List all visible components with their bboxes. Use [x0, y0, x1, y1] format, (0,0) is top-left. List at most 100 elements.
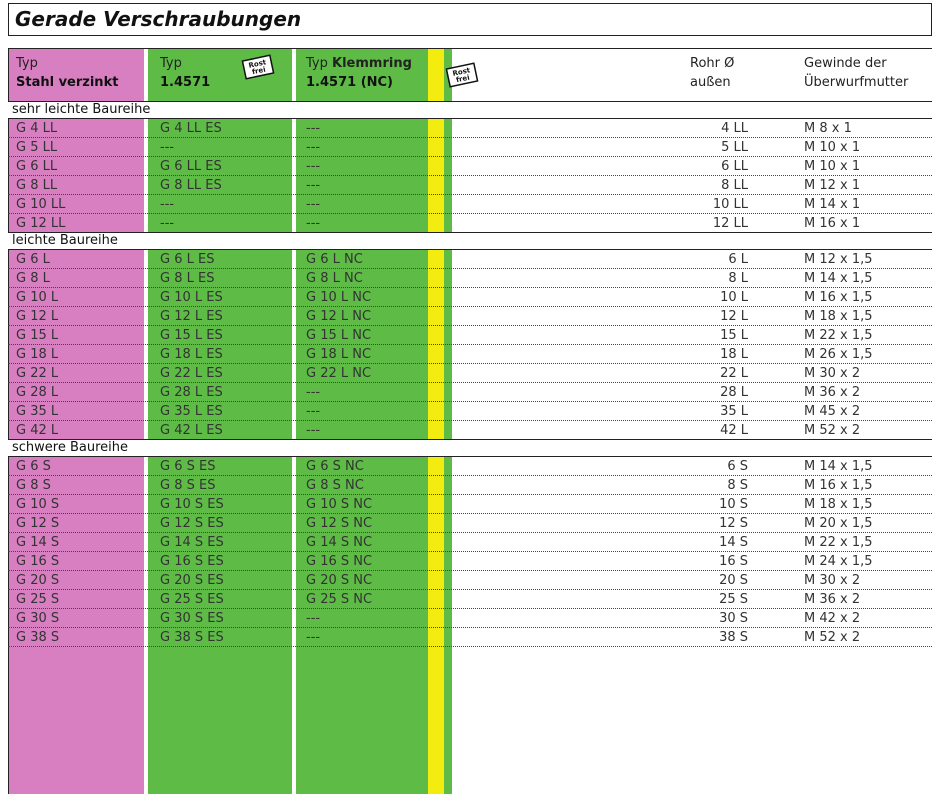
cell-nc: G 15 L NC — [306, 328, 372, 343]
cell-rohr: 12 L — [720, 309, 748, 324]
cell-es: G 6 L ES — [160, 252, 215, 267]
cell-nc: --- — [306, 159, 321, 174]
cell-gewinde: M 10 x 1 — [804, 159, 861, 174]
cell-rohr: 8 S — [727, 478, 748, 493]
cell-typ: G 42 L — [16, 423, 59, 438]
table-row: G 14 S G 14 S ES G 14 S NC 14 S M 22 x 1,5 — [8, 533, 932, 552]
header-klemmring: Typ Klemmring 1.4571 (NC) — [306, 54, 412, 92]
cell-es: G 38 S ES — [160, 630, 224, 645]
cell-nc: G 6 S NC — [306, 459, 364, 474]
cell-rohr: 30 S — [719, 611, 748, 626]
cell-typ: G 8 L — [16, 271, 50, 286]
cell-rohr: 4 LL — [721, 121, 748, 136]
cell-typ: G 6 S — [16, 459, 51, 474]
header-rohr-line1: Rohr Ø — [690, 56, 735, 71]
header-stahl-line1: Typ — [16, 56, 38, 71]
cell-nc: G 12 S NC — [306, 516, 373, 531]
cell-rohr: 42 L — [720, 423, 748, 438]
table-row: G 16 S G 16 S ES G 16 S NC 16 S M 24 x 1,5 — [8, 552, 932, 571]
cell-rohr: 25 S — [719, 592, 748, 607]
cell-es: G 6 S ES — [160, 459, 216, 474]
cell-gewinde: M 18 x 1,5 — [804, 309, 873, 324]
cell-es: G 15 L ES — [160, 328, 223, 343]
cell-nc: --- — [306, 611, 321, 626]
table-row: G 12 S G 12 S ES G 12 S NC 12 S M 20 x 1,5 — [8, 514, 932, 533]
table-header: Typ Stahl verzinkt Typ 1.4571 Rost frei … — [8, 48, 932, 102]
cell-gewinde: M 24 x 1,5 — [804, 554, 873, 569]
cell-typ: G 10 LL — [16, 197, 66, 212]
table-row: G 10 L G 10 L ES G 10 L NC 10 L M 16 x 1,5 — [8, 288, 932, 307]
table-row: G 25 S G 25 S ES G 25 S NC 25 S M 36 x 2 — [8, 590, 932, 609]
cell-nc: G 12 L NC — [306, 309, 372, 324]
cell-typ: G 14 S — [16, 535, 60, 550]
cell-nc: G 10 L NC — [306, 290, 372, 305]
table-row: G 12 LL --- --- 12 LL M 16 x 1 — [8, 214, 932, 233]
cell-rohr: 6 L — [728, 252, 748, 267]
cell-nc: --- — [306, 385, 321, 400]
header-14571: Typ 1.4571 — [160, 54, 210, 92]
cell-es: G 16 S ES — [160, 554, 224, 569]
table-row: G 28 L G 28 L ES --- 28 L M 36 x 2 — [8, 383, 932, 402]
cell-nc: G 16 S NC — [306, 554, 373, 569]
cell-typ: G 18 L — [16, 347, 59, 362]
cell-nc: --- — [306, 121, 321, 136]
cell-typ: G 12 LL — [16, 216, 66, 231]
cell-es: --- — [160, 197, 175, 212]
cell-typ: G 6 LL — [16, 159, 58, 174]
cell-gewinde: M 30 x 2 — [804, 573, 861, 588]
cell-nc: G 22 L NC — [306, 366, 372, 381]
section-header: leichte Baureihe — [8, 233, 932, 250]
table-row: G 22 L G 22 L ES G 22 L NC 22 L M 30 x 2 — [8, 364, 932, 383]
cell-typ: G 10 L — [16, 290, 59, 305]
table-row: G 8 S G 8 S ES G 8 S NC 8 S M 16 x 1,5 — [8, 476, 932, 495]
cell-nc: G 6 L NC — [306, 252, 363, 267]
cell-typ: G 12 L — [16, 309, 59, 324]
table-row: G 6 S G 6 S ES G 6 S NC 6 S M 14 x 1,5 — [8, 457, 932, 476]
cell-typ: G 38 S — [16, 630, 60, 645]
cell-rohr: 22 L — [720, 366, 748, 381]
cell-gewinde: M 52 x 2 — [804, 630, 861, 645]
cell-typ: G 10 S — [16, 497, 60, 512]
cell-rohr: 12 LL — [712, 216, 748, 231]
cell-rohr: 8 L — [728, 271, 748, 286]
table-row: G 10 LL --- --- 10 LL M 14 x 1 — [8, 195, 932, 214]
cell-rohr: 5 LL — [721, 140, 748, 155]
header-14571-line1: Typ — [160, 56, 182, 71]
cell-typ: G 8 LL — [16, 178, 58, 193]
cell-rohr: 35 L — [720, 404, 748, 419]
table-row: G 18 L G 18 L ES G 18 L NC 18 L M 26 x 1,5 — [8, 345, 932, 364]
row-divider — [8, 646, 932, 647]
cell-es: G 25 S ES — [160, 592, 224, 607]
cell-rohr: 6 LL — [721, 159, 748, 174]
table-row: G 8 LL G 8 LL ES --- 8 LL M 12 x 1 — [8, 176, 932, 195]
table-row: G 6 LL G 6 LL ES --- 6 LL M 10 x 1 — [8, 157, 932, 176]
table-row: G 15 L G 15 L ES G 15 L NC 15 L M 22 x 1,5 — [8, 326, 932, 345]
cell-typ: G 35 L — [16, 404, 59, 419]
cell-gewinde: M 36 x 2 — [804, 385, 861, 400]
cell-rohr: 18 L — [720, 347, 748, 362]
cell-rohr: 20 S — [719, 573, 748, 588]
cell-typ: G 20 S — [16, 573, 60, 588]
cell-es: G 35 L ES — [160, 404, 223, 419]
table-row: G 8 L G 8 L ES G 8 L NC 8 L M 14 x 1,5 — [8, 269, 932, 288]
rost-frei-badge-icon: Rost frei — [445, 62, 479, 88]
header-stahl: Typ Stahl verzinkt — [16, 54, 118, 92]
cell-nc: G 18 L NC — [306, 347, 372, 362]
cell-nc: --- — [306, 404, 321, 419]
cell-es: G 12 L ES — [160, 309, 223, 324]
cell-es: G 22 L ES — [160, 366, 223, 381]
cell-gewinde: M 22 x 1,5 — [804, 328, 873, 343]
cell-nc: --- — [306, 423, 321, 438]
header-klemmring-bold: Klemmring — [332, 56, 412, 71]
cell-typ: G 16 S — [16, 554, 60, 569]
header-rohr: Rohr Ø außen — [690, 54, 734, 92]
cell-es: --- — [160, 140, 175, 155]
cell-rohr: 38 S — [719, 630, 748, 645]
cell-es: G 28 L ES — [160, 385, 223, 400]
cell-es: --- — [160, 216, 175, 231]
cell-gewinde: M 10 x 1 — [804, 140, 861, 155]
header-gewinde-line1: Gewinde der — [804, 56, 887, 71]
cell-typ: G 5 LL — [16, 140, 58, 155]
cell-es: G 10 L ES — [160, 290, 223, 305]
cell-nc: G 20 S NC — [306, 573, 373, 588]
